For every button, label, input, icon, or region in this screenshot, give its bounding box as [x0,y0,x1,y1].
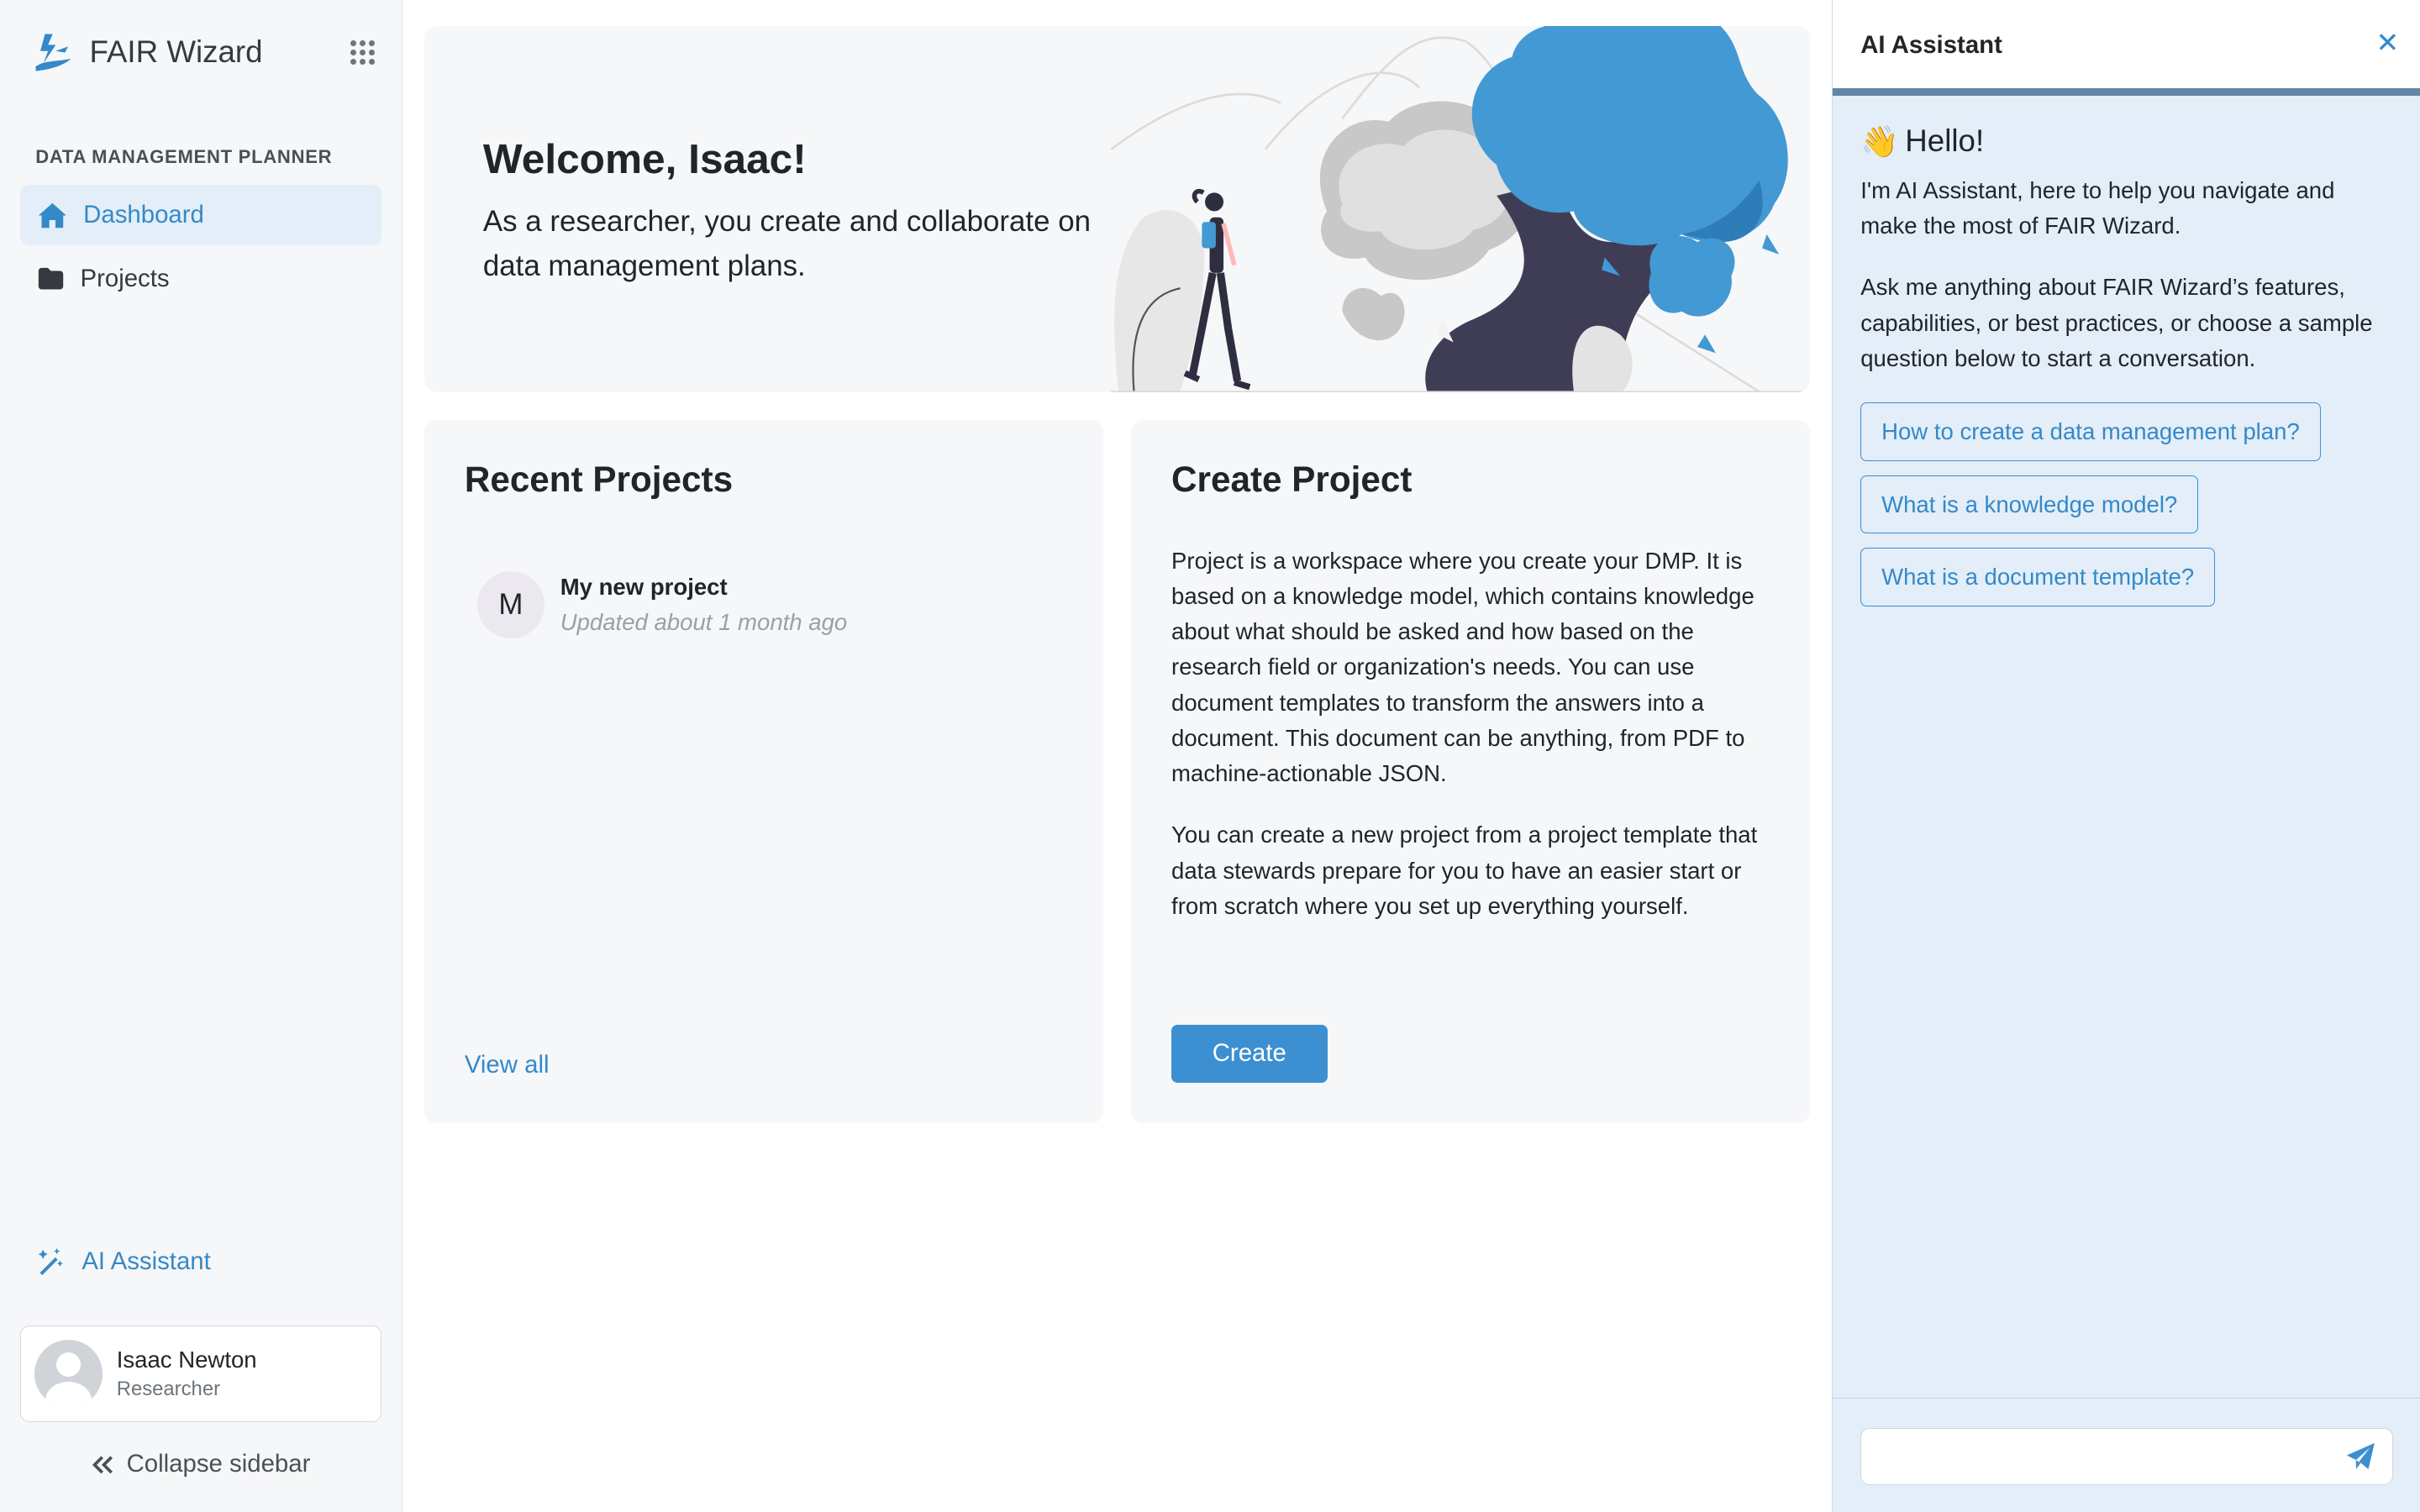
collapse-sidebar-button[interactable]: Collapse sidebar [90,1450,311,1478]
create-project-paragraph: You can create a new project from a proj… [1171,822,1758,919]
wizard-logo-icon [35,34,71,71]
close-icon[interactable]: ✕ [2376,29,2400,57]
ai-chat-footer [1833,1398,2420,1512]
grid-dots-icon[interactable] [349,39,376,66]
suggestion-button[interactable]: How to create a data management plan? [1860,402,2321,462]
create-project-title: Create Project [1171,459,1413,500]
brand[interactable]: FAIR Wizard [31,28,263,77]
welcome-banner: Welcome, Isaac! As a researcher, you cre… [424,26,1811,392]
project-name: My new project [560,574,728,601]
create-project-button[interactable]: Create [1171,1024,1328,1084]
user-profile-card[interactable]: Isaac Newton Researcher [19,1325,381,1423]
user-name: Isaac Newton [116,1346,257,1373]
ai-prompt-text: Ask me anything about FAIR Wizard’s feat… [1860,274,2373,371]
sidebar-item-label: Dashboard [83,201,204,229]
ai-chat-input[interactable] [1860,1427,2393,1485]
sidebar-item-projects[interactable]: Projects [20,249,381,309]
recent-projects-title: Recent Projects [464,459,734,500]
home-icon [38,202,66,228]
sidebar-item-label: Projects [80,264,170,292]
suggestion-button[interactable]: What is a document template? [1860,548,2216,606]
welcome-title: Welcome, Isaac! [482,134,807,182]
ai-panel-title: AI Assistant [1860,30,2002,59]
sidebar-item-dashboard[interactable]: Dashboard [19,185,381,246]
ai-greeting: 👋 Hello! [1860,123,1984,160]
view-all-link[interactable]: View all [465,1051,550,1079]
ai-intro-text: I'm AI Assistant, here to help you navig… [1860,176,2335,239]
sidebar-section-title: DATA MANAGEMENT PLANNER [35,146,333,168]
double-chevron-left-icon [92,1455,113,1473]
folder-icon [38,267,64,290]
ai-panel-progress-fill [1833,87,2420,96]
ai-panel-progress-bar [1833,87,2420,96]
ai-assistant-panel: AI Assistant ✕ 👋 Hello! I'm AI Assistant… [1832,0,2420,1512]
sidebar: FAIR Wizard DATA MANAGEMENT PLANNER Dash… [0,0,403,1512]
ai-greeting-text: Hello! [1905,123,1985,159]
waving-hand-icon: 👋 [1860,123,1899,159]
user-role: Researcher [116,1378,221,1401]
create-project-paragraph: Project is a workspace where you create … [1171,547,1754,787]
avatar [34,1340,103,1408]
suggestion-button[interactable]: What is a knowledge model? [1860,475,2199,534]
welcome-subtitle: As a researcher, you create and collabor… [482,204,1091,283]
sidebar-ai-assistant-link[interactable]: AI Assistant [35,1247,211,1278]
paper-plane-icon[interactable] [2345,1441,2376,1473]
project-updated: Updated about 1 month ago [560,608,848,635]
app-name: FAIR Wizard [89,34,263,70]
create-project-card: Create Project Project is a workspace wh… [1131,419,1811,1124]
create-project-description: Project is a workspace where you create … [1171,543,1780,951]
magic-wand-icon [38,1247,64,1276]
collapse-sidebar-label: Collapse sidebar [126,1450,311,1478]
ai-panel-header: AI Assistant ✕ [1833,0,2420,88]
list-item[interactable]: M My new project Updated about 1 month a… [476,570,848,639]
welcome-illustration [1111,26,1811,392]
project-avatar: M [476,570,545,639]
recent-projects-card: Recent Projects M My new project Updated… [424,419,1104,1124]
ai-assistant-label: AI Assistant [82,1247,211,1276]
